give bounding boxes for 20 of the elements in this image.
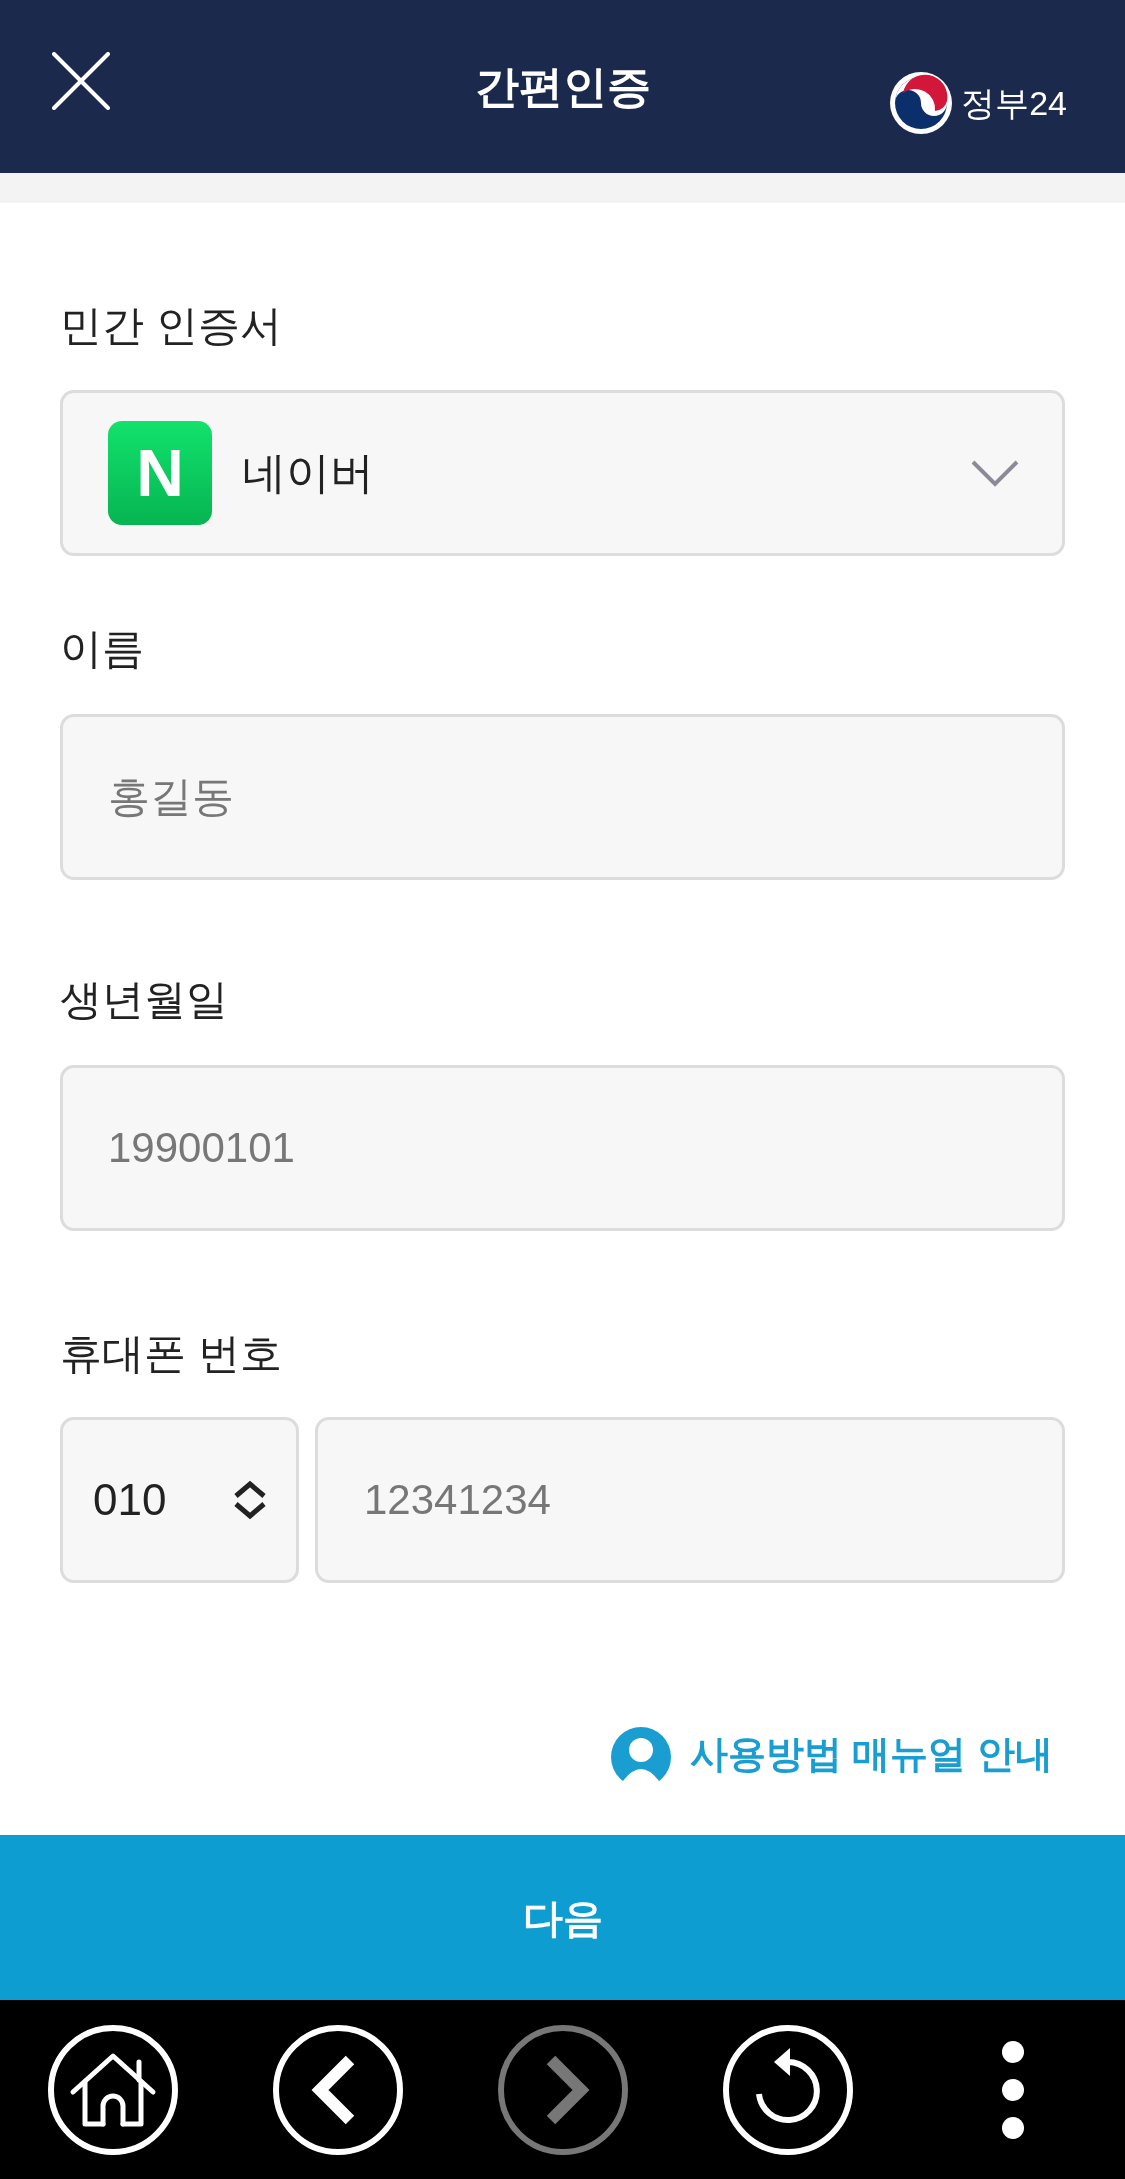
- back-icon[interactable]: [271, 2023, 404, 2156]
- field-label: 휴대폰 번호: [60, 1329, 282, 1379]
- emblem-icon: [889, 70, 954, 135]
- reload-icon[interactable]: [721, 2023, 854, 2156]
- page-title: 간편인증: [474, 60, 651, 113]
- field-label: 이름: [60, 624, 144, 674]
- field-label: 생년월일: [60, 975, 228, 1025]
- prefix-select[interactable]: 010: [60, 1417, 299, 1583]
- phone-input[interactable]: 12341234: [315, 1417, 1065, 1583]
- text-input[interactable]: 홍길동: [60, 714, 1065, 880]
- more-icon[interactable]: [1000, 2039, 1025, 2140]
- close-icon[interactable]: [52, 51, 110, 110]
- letter-logo: N: [108, 421, 212, 525]
- chevron-down-icon: [970, 459, 1020, 487]
- text-input[interactable]: 19900101: [60, 1065, 1065, 1231]
- certificate-dropdown[interactable]: N 네이버: [60, 390, 1065, 556]
- field-label: 민간 인증서: [60, 301, 282, 351]
- logo-text: 정부24: [961, 82, 1067, 123]
- home-icon[interactable]: [46, 2023, 179, 2156]
- up-down-icon: [232, 1480, 268, 1520]
